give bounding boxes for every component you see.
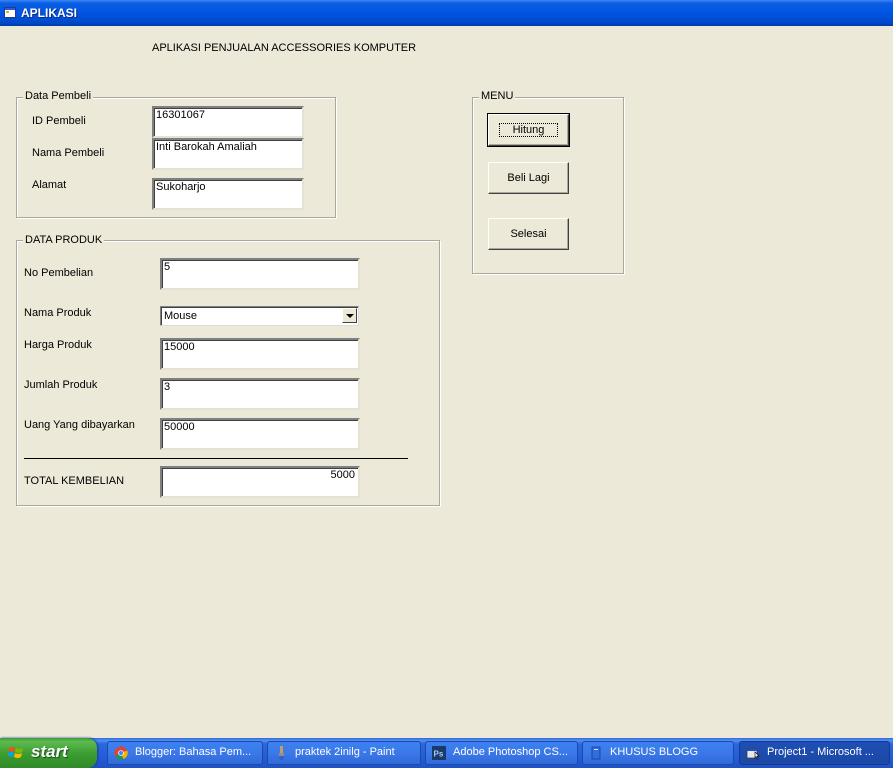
photoshop-icon: Ps (432, 746, 446, 760)
app-heading: APLIKASI PENJUALAN ACCESSORIES KOMPUTER (152, 42, 417, 54)
window-title: APLIKASI (21, 6, 78, 20)
visual-basic-icon (746, 748, 760, 760)
data-produk-legend: DATA PRODUK (23, 234, 105, 246)
title-bar[interactable] (0, 0, 893, 26)
id-pembeli-label: ID Pembeli (32, 115, 86, 127)
harga-produk-label: Harga Produk (24, 339, 92, 351)
jumlah-produk-input[interactable]: 3 (160, 378, 360, 410)
id-pembeli-input[interactable]: 16301067 (152, 106, 304, 138)
hitung-button-label: Hitung (498, 123, 559, 137)
chrome-icon (114, 746, 128, 760)
uang-dibayarkan-label: Uang Yang dibayarkan (24, 419, 135, 431)
window-icon (4, 7, 16, 18)
nama-produk-selected: Mouse (164, 310, 198, 322)
selesai-button-label: Selesai (510, 228, 547, 240)
beli-lagi-button-label: Beli Lagi (507, 172, 550, 184)
menu-legend: MENU (479, 90, 516, 102)
harga-produk-input[interactable]: 15000 (160, 338, 360, 370)
nama-produk-label: Nama Produk (24, 307, 92, 319)
chevron-down-icon (346, 314, 354, 318)
selesai-button[interactable]: Selesai (488, 218, 569, 250)
nama-pembeli-label: Nama Pembeli (32, 147, 105, 159)
nama-pembeli-input[interactable]: Inti Barokah Amaliah (152, 138, 304, 170)
divider-line (24, 458, 408, 459)
alamat-input[interactable]: Sukoharjo (152, 178, 304, 210)
taskbar-item-khusus-blogg[interactable]: KHUSUS BLOGG (582, 741, 734, 765)
folder-icon (591, 746, 601, 760)
total-kembelian-output[interactable]: 5000 (160, 466, 360, 498)
start-label: start (31, 742, 68, 761)
taskbar-item-label: KHUSUS BLOGG (610, 746, 699, 758)
no-pembelian-input[interactable]: 5 (160, 258, 360, 290)
taskbar-item-project1[interactable]: Project1 - Microsoft ... (739, 741, 890, 765)
taskbar-item-paint[interactable]: praktek 2inilg - Paint (267, 741, 421, 765)
beli-lagi-button[interactable]: Beli Lagi (488, 162, 569, 194)
jumlah-produk-label: Jumlah Produk (24, 379, 98, 391)
hitung-button[interactable]: Hitung (487, 113, 570, 147)
total-kembelian-label: TOTAL KEMBELIAN (24, 475, 125, 487)
windows-flag-icon (8, 747, 23, 758)
taskbar-item-label: Project1 - Microsoft ... (767, 746, 874, 758)
dropdown-button[interactable] (342, 308, 357, 323)
data-pembeli-legend: Data Pembeli (23, 90, 94, 102)
uang-dibayarkan-input[interactable]: 50000 (160, 418, 360, 450)
svg-text:Ps: Ps (434, 750, 444, 759)
taskbar-item-blogger[interactable]: Blogger: Bahasa Pem... (107, 741, 263, 765)
taskbar-item-label: Blogger: Bahasa Pem... (135, 746, 252, 758)
nama-produk-select[interactable]: Mouse (160, 306, 359, 326)
paint-icon (279, 746, 284, 760)
taskbar-item-label: Adobe Photoshop CS... (453, 746, 568, 758)
alamat-label: Alamat (32, 179, 67, 191)
taskbar-item-photoshop[interactable]: Ps Adobe Photoshop CS... (425, 741, 578, 765)
no-pembelian-label: No Pembelian (24, 267, 94, 279)
taskbar-item-label: praktek 2inilg - Paint (295, 746, 395, 758)
